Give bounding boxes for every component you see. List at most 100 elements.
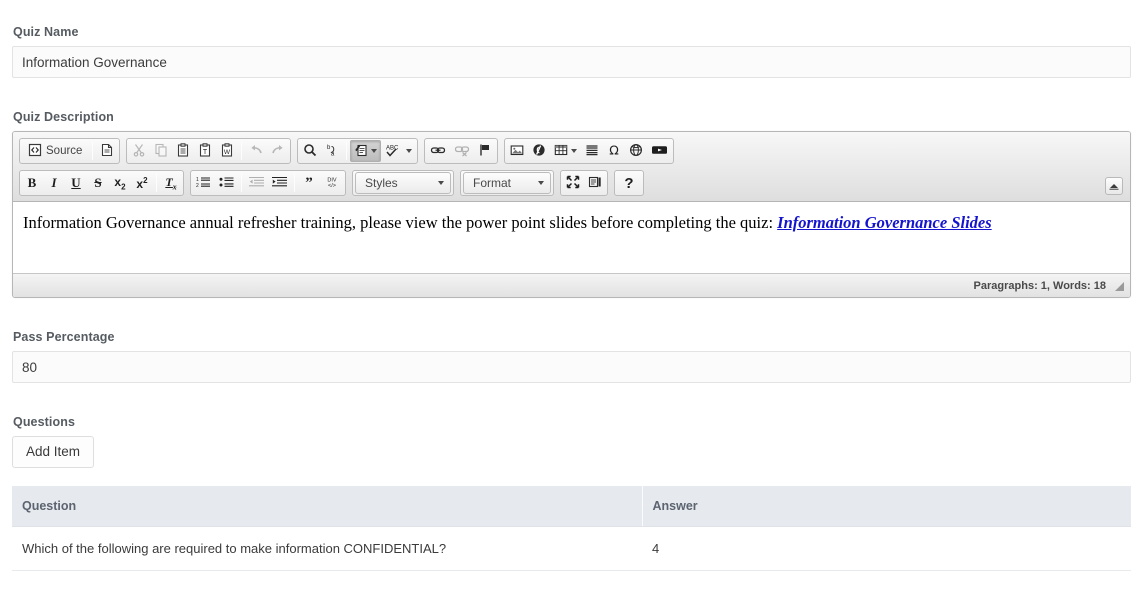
horizontal-rule-button[interactable] [581,140,603,162]
editor-resize-handle[interactable] [1113,280,1125,292]
information-governance-slides-link[interactable]: Information Governance Slides [777,213,992,232]
outdent-button[interactable] [245,172,268,194]
abc-check-icon: ABC [385,143,403,160]
table-icon [554,143,568,160]
table-header-row: Question Answer [12,486,1131,527]
copy-button[interactable] [150,140,172,162]
toolbar-group-clipboard: T W [126,138,292,164]
editor-word-count: Paragraphs: 1, Words: 18 [973,279,1106,292]
undo-icon [249,143,263,160]
chevron-down-icon [438,181,444,185]
styles-combo-label: Styles [365,176,398,190]
unlink-button[interactable] [450,140,474,162]
questions-table-head: Question Answer [12,486,1131,527]
toolbar-group-tools [560,170,608,196]
replace-icon: ba [325,143,339,160]
flash-button[interactable] [528,140,550,162]
table-row[interactable]: Which of the following are required to m… [12,526,1131,571]
indent-icon [272,175,287,192]
source-icon [28,143,42,160]
pass-percentage-label: Pass Percentage [13,330,115,344]
underline-button[interactable]: U [65,172,87,194]
find-button[interactable] [299,140,321,162]
paste-text-button[interactable]: T [194,140,216,162]
scissors-icon [132,143,146,160]
strikethrough-icon: S [94,175,102,190]
questions-table-body: Which of the following are required to m… [12,526,1131,571]
italic-icon: I [51,175,57,190]
bulleted-list-button[interactable] [215,172,238,194]
anchor-button[interactable] [474,140,496,162]
indent-button[interactable] [268,172,291,194]
spellcheck-button[interactable]: ABC [381,140,416,162]
subscript-button[interactable]: x2 [109,172,131,194]
styles-combo[interactable]: Styles [355,172,451,194]
toolbar-group-links [424,138,499,164]
paste-button[interactable] [172,140,194,162]
cut-button[interactable] [128,140,150,162]
italic-button[interactable]: I [43,172,65,194]
svg-text:Ω: Ω [610,143,620,157]
collapse-toolbar-button[interactable] [1105,177,1123,195]
toolbar-group-paragraph: 12 ” DIV </> [190,170,346,196]
show-blocks-icon [588,175,602,192]
redo-button[interactable] [267,140,289,162]
image-icon [510,143,524,160]
superscript-button[interactable]: x2 [131,172,153,194]
flag-icon [478,143,492,160]
pass-percentage-input[interactable] [12,351,1131,383]
remove-format-button[interactable]: Tx [160,172,182,194]
link-button[interactable] [426,140,450,162]
toolbar-separator [346,142,348,160]
remove-format-icon: Tx [165,174,177,192]
new-page-icon [100,143,114,160]
new-page-button[interactable] [96,140,118,162]
table-button[interactable] [550,140,581,162]
strikethrough-button[interactable]: S [87,172,109,194]
show-blocks-button[interactable] [584,172,606,194]
special-char-button[interactable]: Ω [603,140,625,162]
image-button[interactable] [506,140,528,162]
svg-text:ABC: ABC [386,145,399,151]
column-header-question: Question [12,486,643,527]
editor-toolbar-row-1: Source T W b a ABC Ω [19,138,1124,164]
add-item-button[interactable]: Add Item [12,436,95,468]
paste-text-icon: T [198,142,212,160]
about-button[interactable]: ? [616,172,642,194]
numbered-list-button[interactable]: 12 [192,172,215,194]
copy-icon [154,143,168,160]
toolbar-separator [241,174,242,192]
chevron-down-icon [571,149,578,153]
quiz-name-input[interactable] [12,46,1131,78]
bold-button[interactable]: B [21,172,43,194]
blockquote-button[interactable]: ” [298,172,320,194]
paste-word-button[interactable]: W [216,140,238,162]
quiz-name-label: Quiz Name [13,25,79,39]
replace-button[interactable]: ba [321,140,343,162]
scayt-icon [354,143,368,160]
div-container-button[interactable]: DIV </> [320,172,344,194]
globe-icon [629,143,643,160]
cell-answer: 4 [642,526,1131,571]
toolbar-separator [92,142,94,160]
bulleted-list-icon [219,175,234,192]
magnifier-icon [303,143,317,160]
youtube-button[interactable] [647,140,672,162]
paste-icon [176,142,190,160]
bold-icon: B [27,175,37,190]
source-button[interactable]: Source [21,140,89,162]
toolbar-group-document: Source [19,138,121,164]
rich-text-editor[interactable]: Source T W b a ABC Ω B I U S x2 x2 Tx 1 … [12,131,1131,298]
undo-button[interactable] [245,140,267,162]
flash-icon [532,143,546,160]
page-break-button[interactable] [625,140,647,162]
editor-content-area[interactable]: Information Governance annual refresher … [13,202,1130,273]
chevron-up-icon [1109,177,1119,195]
maximize-button[interactable] [562,172,584,194]
youtube-icon [651,143,668,160]
scayt-button[interactable] [350,140,382,162]
format-combo[interactable]: Format [463,172,551,194]
chevron-down-icon [371,149,378,153]
quiz-description-label: Quiz Description [13,110,114,124]
redo-icon [271,143,285,160]
